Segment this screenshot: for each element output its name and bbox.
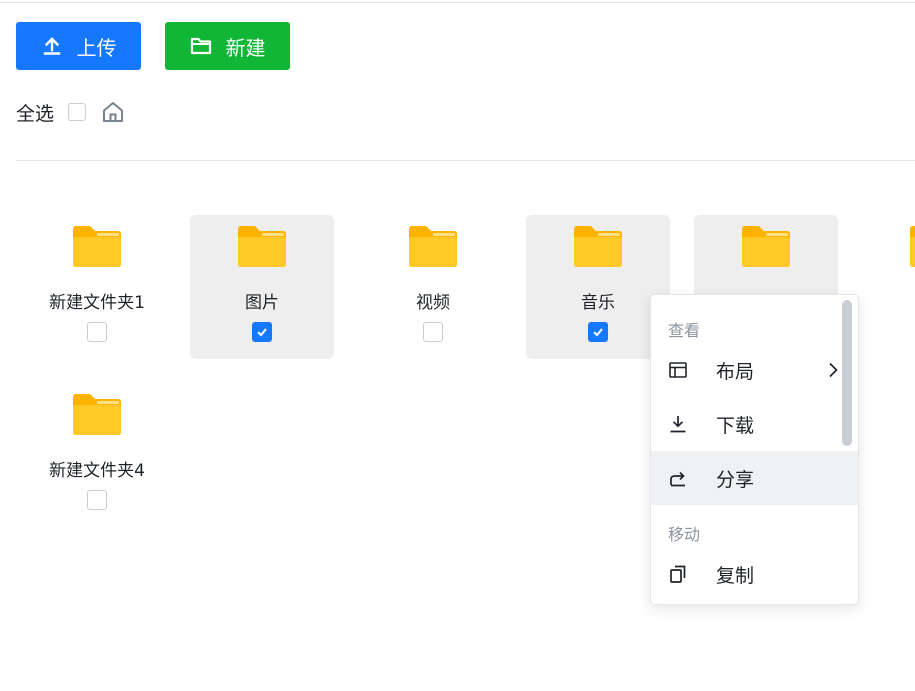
folder-icon [235, 224, 289, 270]
file-item[interactable]: 新建文件夹1 [25, 215, 169, 359]
menu-item-share-label: 分享 [716, 468, 755, 491]
home-icon[interactable] [100, 99, 126, 125]
menu-item-download[interactable]: 下载 [651, 397, 858, 451]
folder-icon [190, 35, 212, 57]
file-item[interactable]: 新建文件夹4 [25, 383, 169, 527]
menu-item-copy-label: 复制 [716, 564, 755, 587]
folder-icon [571, 224, 625, 270]
select-all-label: 全选 [16, 102, 55, 125]
select-all-row: 全选 [16, 98, 126, 126]
menu-item-layout-label: 布局 [716, 360, 755, 383]
folder-icon [406, 224, 460, 270]
copy-icon [668, 564, 688, 584]
menu-section-move: 移动 [668, 525, 701, 544]
upload-icon [41, 35, 63, 57]
file-checkbox[interactable] [588, 322, 608, 342]
file-name: 新建文件夹1 [49, 293, 145, 313]
file-checkbox[interactable] [423, 322, 443, 342]
file-checkbox[interactable] [87, 490, 107, 510]
file-name: 视频 [416, 293, 450, 313]
folder-icon [70, 392, 124, 438]
menu-item-layout[interactable]: 布局 [651, 343, 858, 397]
menu-item-copy[interactable]: 复制 [651, 547, 858, 601]
share-icon [668, 468, 688, 488]
chevron-right-icon [823, 360, 843, 380]
new-button-label: 新建 [225, 35, 266, 60]
layout-icon [668, 360, 688, 380]
file-checkbox[interactable] [252, 322, 272, 342]
folder-icon [907, 224, 915, 270]
file-name: 新建文件夹4 [49, 461, 145, 481]
toolbar: 上传 新建 [16, 22, 290, 70]
folder-icon [739, 224, 793, 270]
file-checkbox[interactable] [87, 322, 107, 342]
menu-item-download-label: 下载 [716, 414, 755, 437]
menu-scrollbar[interactable] [842, 300, 852, 446]
context-menu: 查看 布局 下载 分享 移动 复制 [650, 294, 859, 605]
file-item[interactable]: 新建 [862, 215, 915, 359]
upload-button-label: 上传 [76, 35, 117, 60]
file-name: 音乐 [581, 293, 615, 313]
menu-section-view: 查看 [668, 321, 701, 340]
folder-icon [70, 224, 124, 270]
menu-item-share[interactable]: 分享 [651, 451, 858, 505]
file-item[interactable]: 音乐 [526, 215, 670, 359]
file-item[interactable]: 视频 [361, 215, 505, 359]
upload-button[interactable]: 上传 [16, 22, 141, 70]
new-button[interactable]: 新建 [165, 22, 290, 70]
check-icon [593, 328, 603, 337]
content-divider [16, 160, 915, 161]
file-name: 图片 [245, 293, 279, 313]
file-item[interactable]: 图片 [190, 215, 334, 359]
download-icon [668, 414, 688, 434]
check-icon [257, 328, 267, 337]
select-all-checkbox[interactable] [68, 103, 87, 121]
top-divider [0, 2, 915, 3]
